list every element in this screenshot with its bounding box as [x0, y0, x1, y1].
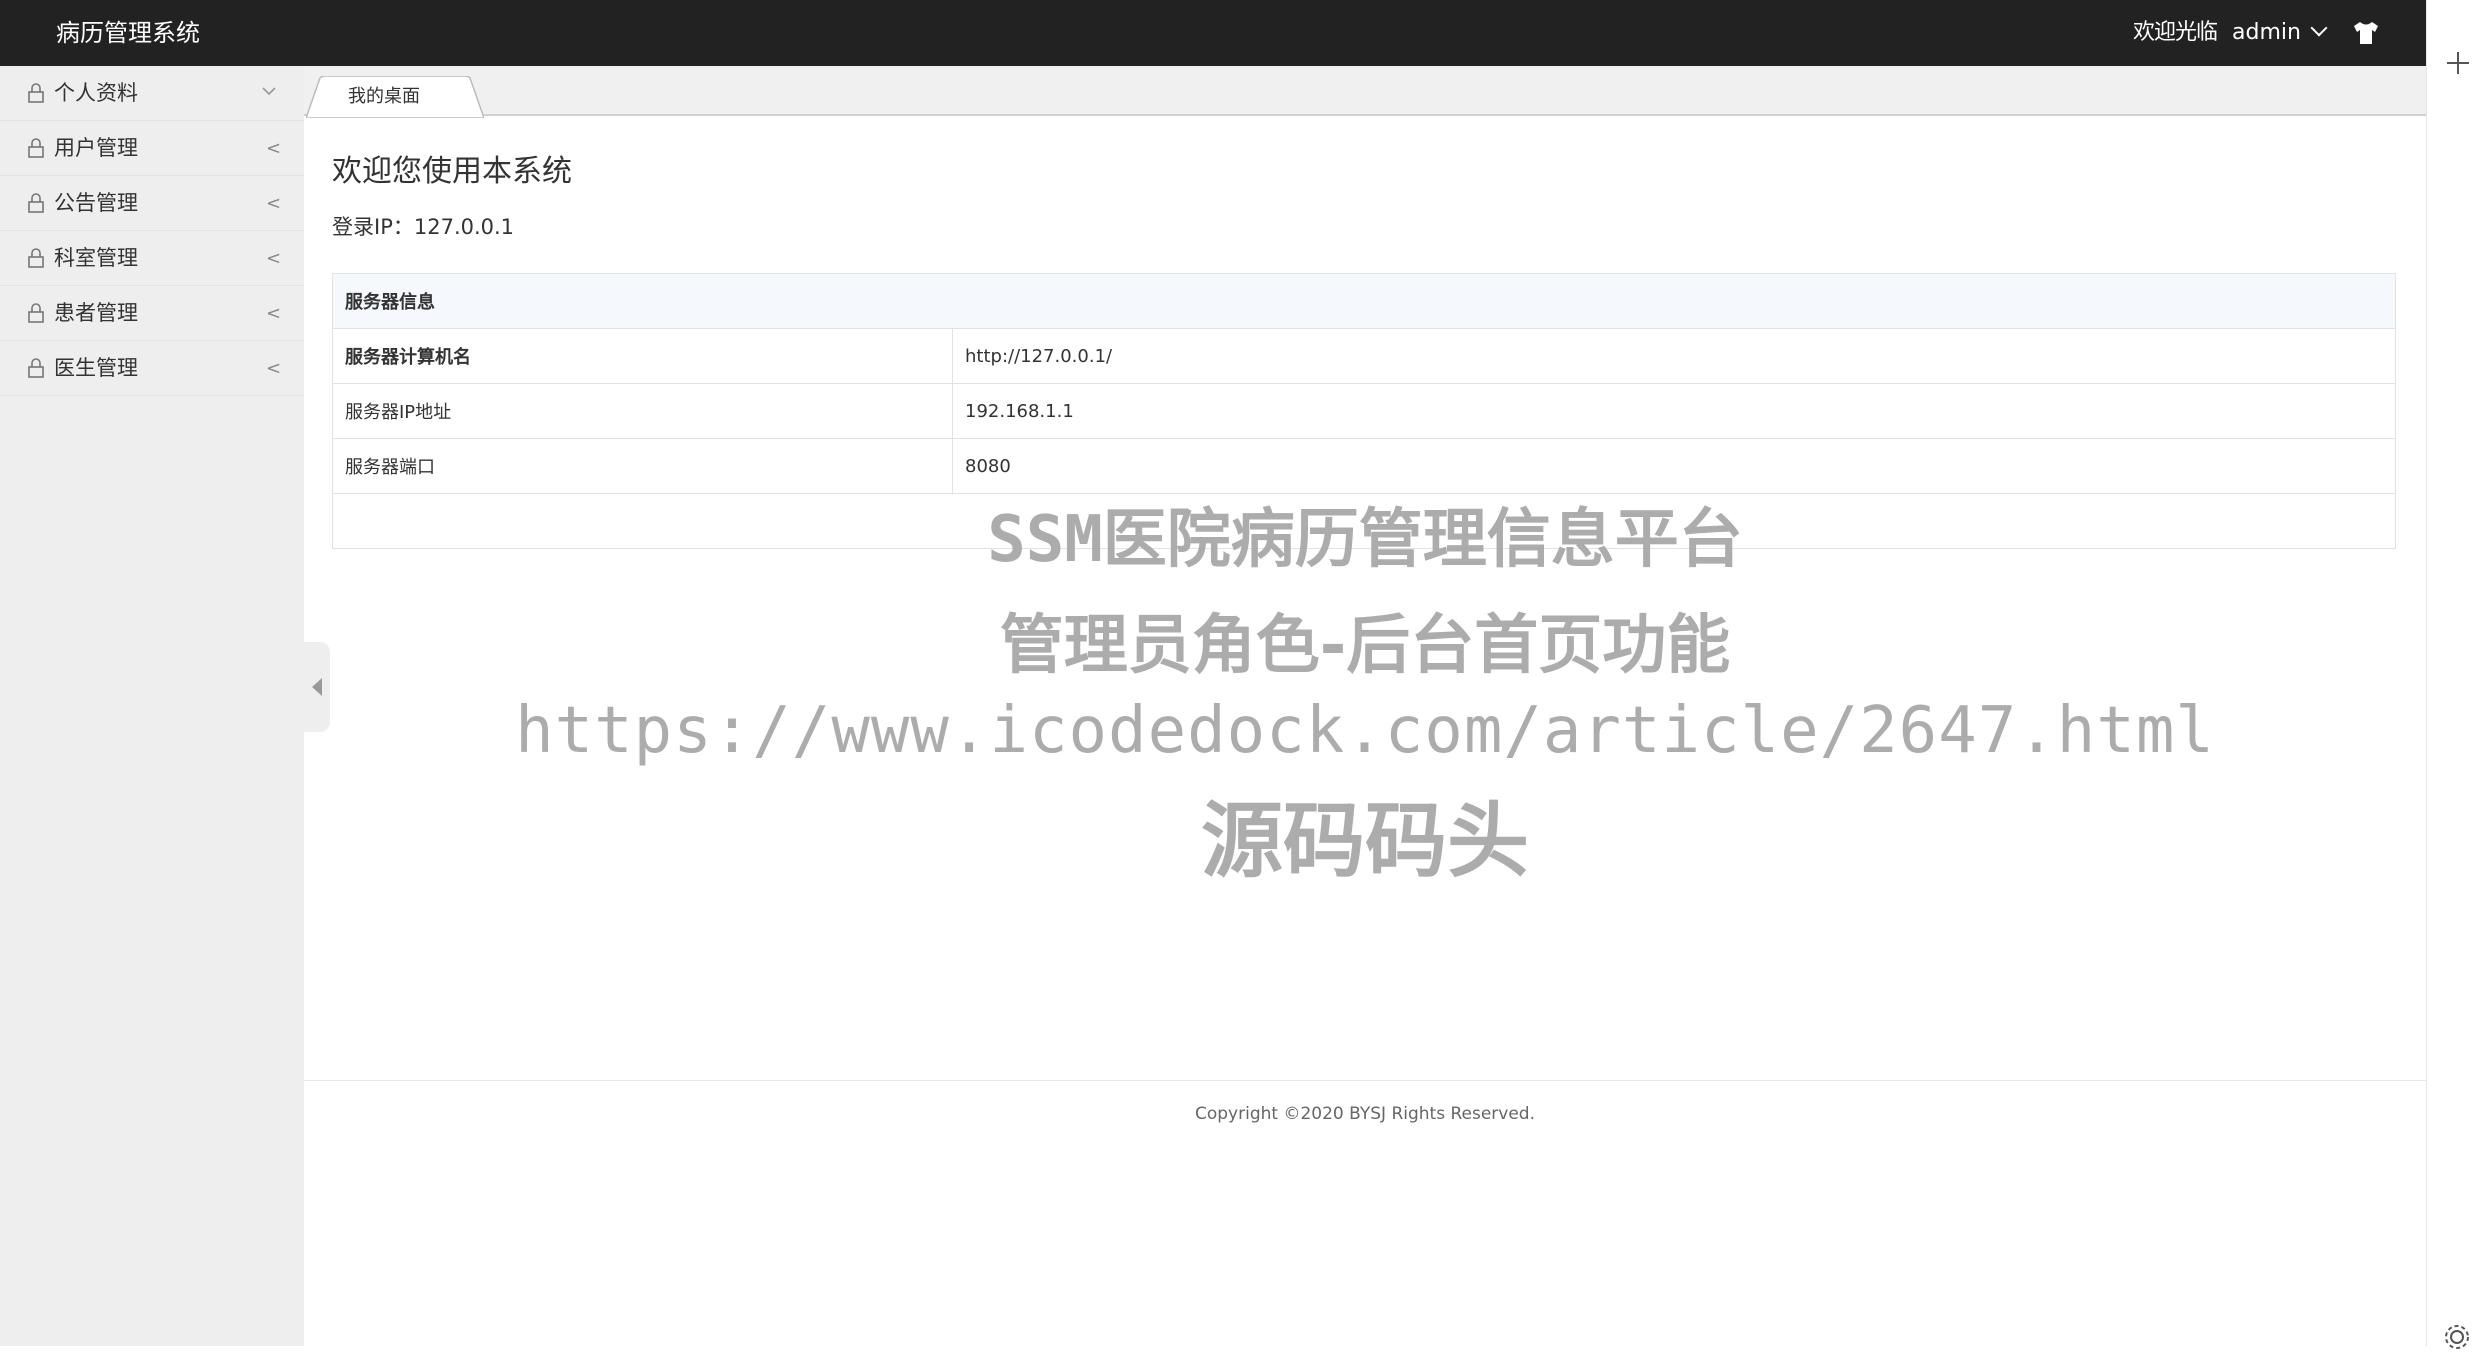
username: admin — [2232, 20, 2301, 45]
chevron-down-icon — [2310, 19, 2328, 37]
tab-bar — [304, 66, 2426, 116]
lock-icon — [28, 193, 44, 213]
app-title: 病历管理系统 — [56, 19, 200, 47]
sidebar-item-label: 患者管理 — [54, 301, 138, 325]
chevron-left-icon: < — [266, 303, 282, 324]
tab-my-desktop[interactable]: 我的桌面 — [306, 76, 484, 118]
sidebar-item-label: 个人资料 — [54, 81, 138, 105]
sidebar-item-label: 公告管理 — [54, 191, 138, 215]
watermark-line-4: 源码码头 — [1200, 794, 1529, 889]
chevron-left-icon: < — [266, 138, 282, 159]
tshirt-icon[interactable] — [2352, 20, 2380, 46]
user-menu[interactable]: admin — [2232, 0, 2328, 66]
gear-icon[interactable] — [2442, 1322, 2472, 1352]
table-value-cell: http://127.0.0.1/ — [952, 328, 2396, 384]
lock-icon — [28, 303, 44, 323]
sidebar-item-patients[interactable]: 患者管理 < — [0, 286, 304, 341]
tab-label: 我的桌面 — [348, 86, 420, 107]
app-window: 病历管理系统 欢迎光临 admin 个人资料 用户管理 < 公告管理 < 科室管… — [0, 0, 2492, 1349]
table-value-cell: 8080 — [952, 438, 2396, 494]
chevron-down-icon — [262, 87, 276, 96]
table-value-cell: 192.168.1.1 — [952, 383, 2396, 439]
chevron-left-icon: < — [266, 193, 282, 214]
top-header: 病历管理系统 欢迎光临 admin — [0, 0, 2426, 66]
lock-icon — [28, 138, 44, 158]
table-header-row: 服务器信息 — [332, 273, 2396, 329]
right-toolbar — [2426, 0, 2492, 1346]
table-header-cell: 服务器信息 — [332, 273, 2396, 329]
sidebar-item-departments[interactable]: 科室管理 < — [0, 231, 304, 286]
footer-divider — [304, 1080, 2426, 1081]
copyright-text: Copyright ©2020 BYSJ Rights Reserved. — [1194, 1104, 1536, 1124]
lock-icon — [28, 248, 44, 268]
chevron-left-icon: < — [266, 358, 282, 379]
sidebar-item-notices[interactable]: 公告管理 < — [0, 176, 304, 231]
sidebar-item-label: 用户管理 — [54, 136, 138, 160]
plus-icon[interactable] — [2445, 50, 2471, 76]
table-key-cell: 服务器IP地址 — [332, 383, 953, 439]
login-ip-text: 登录IP：127.0.0.1 — [332, 215, 515, 239]
welcome-text: 欢迎光临 — [2133, 20, 2218, 45]
sidebar-item-doctors[interactable]: 医生管理 < — [0, 341, 304, 396]
lock-icon — [28, 83, 44, 103]
table-row: 服务器计算机名 http://127.0.0.1/ — [332, 328, 2396, 384]
sidebar-item-users[interactable]: 用户管理 < — [0, 121, 304, 176]
chevron-left-icon: < — [266, 248, 282, 269]
watermark-line-2: 管理员角色-后台首页功能 — [999, 609, 1731, 683]
sidebar-item-profile[interactable]: 个人资料 — [0, 66, 304, 121]
table-row: 服务器端口 8080 — [332, 438, 2396, 494]
watermark-line-1: SSM医院病历管理信息平台 — [987, 503, 1743, 577]
table-key-cell: 服务器计算机名 — [332, 328, 953, 384]
table-row: 服务器IP地址 192.168.1.1 — [332, 383, 2396, 439]
page-title: 欢迎您使用本系统 — [332, 154, 572, 189]
sidebar-item-label: 科室管理 — [54, 246, 138, 270]
sidebar: 个人资料 用户管理 < 公告管理 < 科室管理 < 患者管理 < 医生管理 < — [0, 66, 304, 1346]
lock-icon — [28, 358, 44, 378]
table-key-cell: 服务器端口 — [332, 438, 953, 494]
watermark-line-3: https://www.icodedock.com/article/2647.h… — [515, 694, 2215, 768]
sidebar-item-label: 医生管理 — [54, 356, 138, 380]
